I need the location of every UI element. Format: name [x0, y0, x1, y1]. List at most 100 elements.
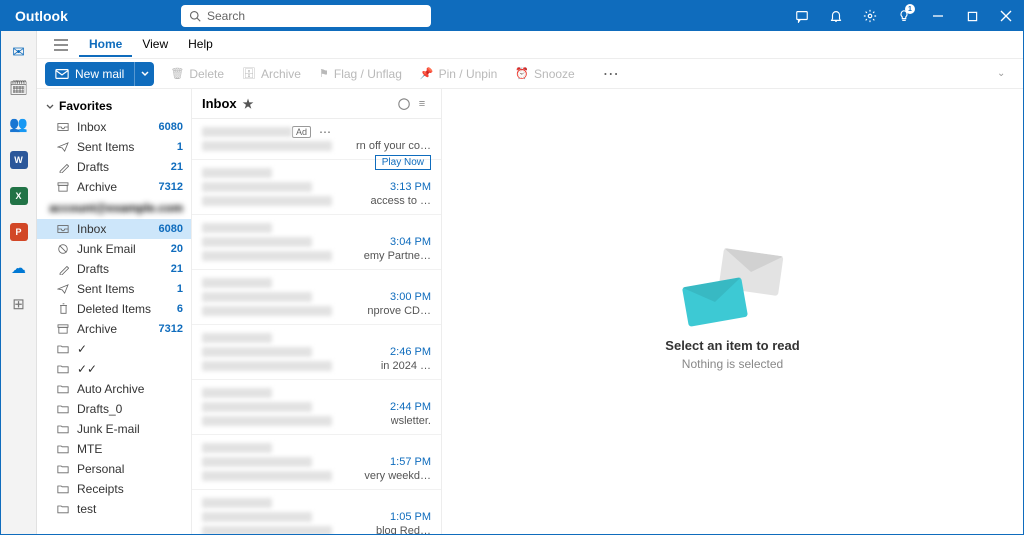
folder-icon	[55, 404, 71, 414]
folder-item[interactable]: test	[37, 499, 191, 519]
archive-icon: 🗄	[242, 67, 256, 80]
folder-icon	[55, 424, 71, 434]
tip-icon[interactable]: 1	[887, 1, 921, 31]
message-row[interactable]: 1:05 PMblog Red…	[192, 490, 441, 534]
message-row[interactable]: 3:13 PMaccess to …	[192, 160, 441, 215]
menubar: HomeViewHelp	[37, 31, 1023, 59]
folder-icon	[55, 444, 71, 454]
folder-item[interactable]: Junk E-mail	[37, 419, 191, 439]
search-placeholder: Search	[207, 9, 245, 23]
ribbon-archive-button[interactable]: 🗄Archive	[234, 62, 309, 86]
folder-pane: FavoritesInbox6080Sent Items1Drafts21Arc…	[37, 89, 192, 534]
settings-icon[interactable]	[853, 1, 887, 31]
folder-item[interactable]: MTE	[37, 439, 191, 459]
rail-more-apps-icon[interactable]: ⊞	[8, 293, 30, 315]
folder-item[interactable]: ✓✓	[37, 359, 191, 379]
rail-calendar-icon[interactable]: 🗓	[8, 77, 30, 99]
folder-item[interactable]: Sent Items1	[37, 137, 191, 157]
ribbon-trash-button[interactable]: 🗑Delete	[162, 62, 232, 86]
folder-icon	[55, 464, 71, 474]
folder-title: Inbox	[202, 96, 237, 111]
ribbon-dropdown-icon[interactable]: ⌄	[997, 68, 1015, 79]
hamburger-icon[interactable]	[47, 39, 75, 51]
menu-help[interactable]: Help	[178, 33, 223, 57]
menu-view[interactable]: View	[132, 33, 178, 57]
inbox-icon	[55, 224, 71, 234]
new-mail-button[interactable]: New mail	[45, 62, 134, 86]
ribbon-more-icon[interactable]: ⋯	[595, 64, 627, 84]
message-list-header: Inbox ★ ◯ ≡	[192, 89, 441, 119]
folder-icon	[55, 384, 71, 394]
rail-word-icon[interactable]: W	[8, 149, 30, 171]
new-mail-dropdown[interactable]	[134, 62, 154, 86]
folder-item[interactable]: ✓	[37, 339, 191, 359]
search-box[interactable]: Search	[181, 5, 431, 27]
close-button[interactable]	[989, 1, 1023, 31]
clock-icon: ⏰	[515, 67, 529, 80]
archive-icon	[55, 182, 71, 192]
minimize-button[interactable]	[921, 1, 955, 31]
ribbon-flag-button[interactable]: ⚑Flag / Unflag	[311, 62, 410, 86]
folder-item[interactable]: Archive7312	[37, 177, 191, 197]
folder-item[interactable]: Sent Items1	[37, 279, 191, 299]
rail-onedrive-icon[interactable]: ☁	[8, 257, 30, 279]
bell-icon[interactable]	[819, 1, 853, 31]
rail-powerpoint-icon[interactable]: P	[8, 221, 30, 243]
ribbon-clock-button[interactable]: ⏰Snooze	[507, 62, 582, 86]
folder-icon	[55, 484, 71, 494]
folder-group[interactable]: Favorites	[37, 95, 191, 117]
folder-item[interactable]: Drafts21	[37, 259, 191, 279]
folder-item[interactable]: Personal	[37, 459, 191, 479]
flag-icon: ⚑	[319, 67, 329, 80]
reading-subtitle: Nothing is selected	[682, 357, 783, 371]
archive-icon	[55, 324, 71, 334]
message-list: Inbox ★ ◯ ≡ Ad⋯rn off your co…Play Now3:…	[192, 89, 442, 534]
folder-icon	[55, 504, 71, 514]
folder-item[interactable]: Drafts21	[37, 157, 191, 177]
star-icon[interactable]: ★	[243, 97, 254, 111]
folder-item[interactable]: Drafts_0	[37, 399, 191, 419]
sent-icon	[55, 284, 71, 294]
trash-icon: 🗑	[170, 67, 184, 80]
app-rail: ✉ 🗓 👥 WXP ☁ ⊞	[1, 31, 37, 534]
rail-people-icon[interactable]: 👥	[8, 113, 30, 135]
folder-icon	[55, 364, 71, 374]
rail-mail-icon[interactable]: ✉	[8, 41, 30, 63]
message-row[interactable]: 3:04 PMemy Partne…	[192, 215, 441, 270]
rail-excel-icon[interactable]: X	[8, 185, 30, 207]
menu-home[interactable]: Home	[79, 33, 132, 57]
folder-item[interactable]: Junk Email20	[37, 239, 191, 259]
mail-icon	[55, 68, 69, 80]
reading-title: Select an item to read	[665, 338, 799, 353]
app-name: Outlook	[1, 8, 181, 24]
empty-state-illustration	[685, 252, 781, 322]
folder-item[interactable]: Archive7312	[37, 319, 191, 339]
folder-item[interactable]: Receipts	[37, 479, 191, 499]
filter-icon[interactable]: ≡	[413, 98, 431, 110]
teams-chat-icon[interactable]	[785, 1, 819, 31]
refresh-icon[interactable]: ◯	[395, 97, 413, 110]
pin-icon: 📌	[420, 67, 434, 80]
message-row[interactable]: 2:46 PMin 2024 …	[192, 325, 441, 380]
message-row[interactable]: 2:44 PMwsletter.	[192, 380, 441, 435]
maximize-button[interactable]	[955, 1, 989, 31]
inbox-icon	[55, 122, 71, 132]
ad-more-icon[interactable]: ⋯	[319, 125, 331, 139]
junk-icon	[55, 243, 71, 255]
folder-item[interactable]: Deleted Items6	[37, 299, 191, 319]
ribbon: New mail 🗑Delete🗄Archive⚑Flag / Unflag📌P…	[37, 59, 1023, 89]
folder-icon	[55, 344, 71, 354]
folder-item[interactable]: Inbox6080	[37, 219, 191, 239]
ribbon-pin-button[interactable]: 📌Pin / Unpin	[412, 62, 505, 86]
folder-item[interactable]: Auto Archive	[37, 379, 191, 399]
folder-group[interactable]: account@example.com	[37, 197, 191, 219]
sent-icon	[55, 142, 71, 152]
draft-icon	[55, 161, 71, 173]
titlebar: Outlook Search 1	[1, 1, 1023, 31]
folder-item[interactable]: Inbox6080	[37, 117, 191, 137]
message-ad-row[interactable]: Ad⋯rn off your co…Play Now	[192, 119, 441, 160]
message-row[interactable]: 1:57 PMvery weekd…	[192, 435, 441, 490]
draft-icon	[55, 263, 71, 275]
deleted-icon	[55, 303, 71, 315]
message-row[interactable]: 3:00 PMnprove CD…	[192, 270, 441, 325]
